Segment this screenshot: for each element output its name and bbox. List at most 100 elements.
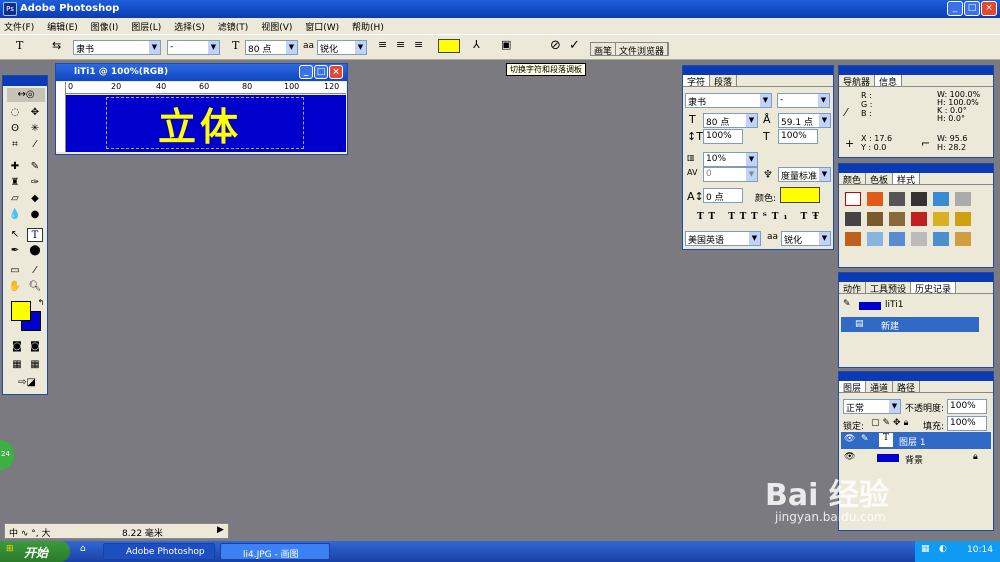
document-title-bar[interactable]: liTi1 @ 100%(RGB) _ □ ×	[56, 64, 347, 81]
minimize-button[interactable]: _	[947, 1, 963, 16]
style-swatch[interactable]	[889, 192, 905, 206]
paint-bucket-icon[interactable]: ◆	[27, 192, 43, 206]
type-tool-icon[interactable]: T	[16, 39, 23, 52]
zoom-tool-icon[interactable]: 🔍︎	[27, 280, 43, 294]
layer-row[interactable]: 👁︎ 背景 🔒︎	[841, 450, 991, 467]
task-paint[interactable]: li4.JPG - 画图	[220, 543, 330, 560]
lasso-tool-icon[interactable]: ʘ	[7, 122, 23, 136]
magic-wand-icon[interactable]: ✳	[27, 122, 43, 136]
ime-toolbar[interactable]: 中 ∿ °, 大	[9, 529, 51, 539]
fill-field[interactable]: 100%	[947, 416, 987, 431]
healing-brush-icon[interactable]: ✚	[7, 160, 23, 174]
tab-info[interactable]: 信息	[875, 75, 903, 88]
tracking-select[interactable]: 10% ▼	[703, 152, 758, 167]
photoshop-app-icon[interactable]: Ps	[3, 2, 17, 16]
style-swatch[interactable]	[911, 232, 927, 246]
quick-mask-icon[interactable]: ◙	[27, 340, 43, 354]
path-select-icon[interactable]: ↖	[7, 228, 23, 242]
vertical-scale-field[interactable]: 100%	[703, 129, 743, 144]
menu-image[interactable]: 图像(I)	[91, 23, 119, 33]
palettes-toggle-icon[interactable]: ▣	[501, 38, 511, 51]
tab-character[interactable]: 字符	[683, 75, 711, 88]
tab-color[interactable]: 颜色	[839, 173, 867, 186]
opacity-field[interactable]: 100%	[947, 399, 987, 414]
menu-file[interactable]: 文件(F)	[4, 23, 34, 33]
document-canvas[interactable]: 立体	[66, 95, 346, 152]
pen-tool-icon[interactable]: ✒	[7, 244, 23, 258]
tab-channels[interactable]: 通道	[866, 381, 894, 394]
style-swatch[interactable]	[889, 232, 905, 246]
jump-to-imageready-icon[interactable]: ⇨◪	[9, 376, 45, 390]
tab-paths[interactable]: 路径	[893, 381, 921, 394]
menu-help[interactable]: 帮助(H)	[352, 23, 384, 33]
tab-swatches[interactable]: 色板	[866, 173, 894, 186]
style-swatch[interactable]	[845, 232, 861, 246]
eraser-tool-icon[interactable]: ▱	[7, 192, 23, 206]
menu-filter[interactable]: 滤镜(T)	[218, 23, 249, 33]
canvas-text[interactable]: 立体	[158, 96, 242, 151]
style-swatch[interactable]	[867, 192, 883, 206]
history-state-row[interactable]: ▤ 新建	[841, 317, 979, 332]
char-font-family-select[interactable]: 隶书 ▼	[685, 93, 772, 108]
doc-minimize-button[interactable]: _	[299, 65, 313, 79]
eyedropper-icon[interactable]: ⁄	[27, 264, 43, 278]
move-tool-icon[interactable]: ✥	[27, 106, 43, 120]
style-swatch[interactable]	[955, 232, 971, 246]
style-swatch[interactable]	[889, 212, 905, 226]
style-swatch[interactable]	[911, 212, 927, 226]
tab-actions[interactable]: 动作	[839, 282, 867, 295]
style-swatch[interactable]	[933, 212, 949, 226]
char-color-swatch[interactable]	[780, 187, 820, 203]
menu-window[interactable]: 窗口(W)	[305, 23, 339, 33]
align-right-icon[interactable]: ≡	[414, 38, 423, 51]
slice-tool-icon[interactable]: ⁄	[27, 138, 43, 152]
style-swatch[interactable]	[845, 192, 861, 206]
style-swatch[interactable]	[955, 192, 971, 206]
style-swatch[interactable]	[867, 232, 883, 246]
notes-tool-icon[interactable]: ▭	[7, 264, 23, 278]
layer-row[interactable]: 👁︎ ✎ T 图层 1	[841, 432, 991, 449]
style-swatch[interactable]	[867, 212, 883, 226]
warp-text-icon[interactable]: ⅄	[473, 38, 480, 51]
task-photoshop[interactable]: Adobe Photoshop	[103, 543, 215, 560]
style-swatch[interactable]	[933, 232, 949, 246]
baseline-shift-field[interactable]: 0 点	[703, 188, 743, 203]
history-snapshot-row[interactable]: ✎ liTi1	[841, 299, 991, 313]
crop-tool-icon[interactable]: ⌗	[7, 138, 23, 152]
menu-layer[interactable]: 图层(L)	[131, 23, 161, 33]
lock-icons[interactable]: ▢✎✥🔒︎	[871, 418, 911, 428]
text-color-swatch[interactable]	[438, 39, 460, 53]
hand-tool-icon[interactable]: ✋	[7, 280, 23, 294]
tab-styles[interactable]: 样式	[893, 173, 921, 186]
char-leading-select[interactable]: 59.1 点 ▼	[778, 113, 831, 128]
style-swatch[interactable]	[845, 212, 861, 226]
align-left-icon[interactable]: ≡	[378, 38, 387, 51]
menu-select[interactable]: 选择(S)	[174, 23, 205, 33]
menu-edit[interactable]: 编辑(E)	[47, 23, 78, 33]
align-center-icon[interactable]: ≡	[396, 38, 405, 51]
photoshop-logo-button[interactable]: ↔◎	[7, 88, 45, 102]
marquee-tool-icon[interactable]: ◌	[7, 106, 23, 120]
font-style-select[interactable]: - ▼	[167, 40, 220, 55]
eye-icon[interactable]: 👁︎	[844, 452, 855, 462]
style-swatch[interactable]	[955, 212, 971, 226]
close-button[interactable]: ×	[981, 1, 997, 16]
fullscreen-mode-icon[interactable]: ▦	[27, 358, 43, 372]
maximize-button[interactable]: □	[964, 1, 980, 16]
history-brush-icon[interactable]: ✑	[27, 176, 43, 190]
menu-view[interactable]: 视图(V)	[261, 23, 292, 33]
tab-tool-presets[interactable]: 工具预设	[866, 282, 912, 295]
tab-layers[interactable]: 图层	[839, 381, 867, 394]
blur-tool-icon[interactable]: 💧	[7, 208, 23, 222]
quicklaunch-icon[interactable]: ⌂	[80, 544, 86, 554]
foreground-color[interactable]	[11, 301, 31, 321]
eye-icon[interactable]: 👁︎	[844, 434, 855, 444]
brush-tool-icon[interactable]: ✎	[27, 160, 43, 174]
blend-mode-select[interactable]: 正常 ▼	[843, 399, 901, 414]
tab-file-browser[interactable]: 文件浏览器	[616, 43, 669, 57]
char-antialias-select[interactable]: 锐化 ▼	[781, 231, 831, 246]
antialias-select[interactable]: 锐化 ▼	[317, 40, 367, 55]
clone-stamp-icon[interactable]: ♜	[7, 176, 23, 190]
floating-badge[interactable]: 24	[0, 440, 14, 470]
cancel-edit-icon[interactable]: ⊘	[550, 38, 561, 53]
